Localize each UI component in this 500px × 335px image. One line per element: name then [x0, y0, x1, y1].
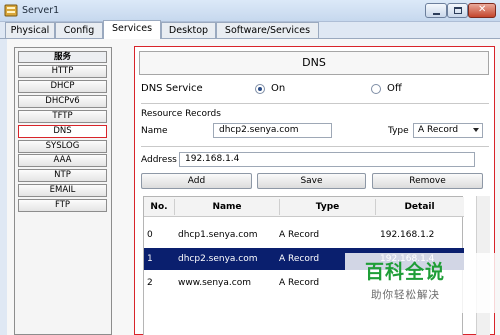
name-input[interactable]: dhcp2.senya.com	[213, 123, 332, 138]
cell-name: dhcp1.senya.com	[178, 230, 258, 240]
cell-no: 1	[147, 254, 153, 264]
window-title: Server1	[22, 5, 60, 16]
dns-off-label: Off	[387, 83, 402, 94]
tab-config[interactable]: Config	[55, 22, 103, 39]
watermark: 百科全说 助你轻松解决	[345, 253, 495, 313]
service-list-header: 服务	[18, 51, 107, 63]
cell-type: A Record	[279, 254, 320, 264]
tab-desktop[interactable]: Desktop	[161, 22, 216, 39]
cell-name: dhcp2.senya.com	[178, 254, 258, 264]
watermark-slogan: 助你轻松解决	[371, 289, 440, 301]
close-icon: ✕	[478, 4, 487, 15]
address-label: Address	[141, 155, 177, 165]
chevron-down-icon	[473, 128, 479, 132]
tab-physical[interactable]: Physical	[5, 22, 55, 39]
tab-software-services[interactable]: Software/Services	[216, 22, 319, 39]
service-item-dhcp[interactable]: DHCP	[18, 80, 107, 93]
tab-services[interactable]: Services	[103, 20, 161, 39]
cell-name: www.senya.com	[178, 278, 251, 288]
service-item-http[interactable]: HTTP	[18, 65, 107, 78]
service-item-tftp[interactable]: TFTP	[18, 110, 107, 123]
cell-type: A Record	[279, 278, 320, 288]
dns-panel-title: DNS	[139, 51, 489, 75]
dns-on-radio[interactable]	[255, 84, 265, 94]
cell-no: 0	[147, 230, 153, 240]
remove-button[interactable]: Remove	[372, 173, 483, 189]
column-header-detail[interactable]: Detail	[376, 197, 463, 217]
service-item-dns[interactable]: DNS	[18, 125, 107, 138]
column-header-type[interactable]: Type	[280, 197, 375, 217]
service-item-syslog[interactable]: SYSLOG	[18, 140, 107, 153]
save-button[interactable]: Save	[257, 173, 366, 189]
cell-type: A Record	[279, 230, 320, 240]
maximize-icon	[454, 7, 462, 14]
divider	[141, 146, 489, 147]
column-header-name[interactable]: Name	[175, 197, 279, 217]
minimize-icon	[433, 13, 440, 15]
address-input[interactable]: 192.168.1.4	[179, 152, 475, 167]
maximize-button[interactable]	[447, 3, 468, 18]
table-row[interactable]: 0 dhcp1.senya.com A Record 192.168.1.2	[144, 224, 464, 246]
table-header: No. Name Type Detail	[144, 197, 464, 217]
minimize-button[interactable]	[425, 3, 447, 18]
server-app-icon	[4, 4, 18, 17]
dns-service-label: DNS Service	[141, 83, 203, 94]
name-label: Name	[141, 126, 168, 136]
cell-detail: 192.168.1.2	[380, 230, 435, 240]
dns-off-radio[interactable]	[371, 84, 381, 94]
title-bar: Server1 ✕	[0, 0, 500, 22]
type-select[interactable]: A Record	[413, 123, 483, 138]
service-item-email[interactable]: EMAIL	[18, 184, 107, 197]
service-list: 服务 HTTP DHCP DHCPv6 TFTP DNS SYSLOG AAA …	[14, 47, 112, 335]
close-button[interactable]: ✕	[468, 3, 496, 18]
service-item-ftp[interactable]: FTP	[18, 199, 107, 212]
service-item-aaa[interactable]: AAA	[18, 154, 107, 167]
resource-records-label: Resource Records	[141, 109, 221, 119]
dns-on-label: On	[271, 83, 286, 94]
divider	[141, 103, 489, 104]
cell-no: 2	[147, 278, 153, 288]
type-label: Type	[388, 126, 409, 136]
add-button[interactable]: Add	[141, 173, 252, 189]
service-item-dhcpv6[interactable]: DHCPv6	[18, 95, 107, 108]
service-item-ntp[interactable]: NTP	[18, 169, 107, 182]
type-select-value: A Record	[418, 125, 459, 135]
column-header-no[interactable]: No.	[144, 197, 174, 217]
watermark-logo-text: 百科全说	[365, 261, 446, 283]
